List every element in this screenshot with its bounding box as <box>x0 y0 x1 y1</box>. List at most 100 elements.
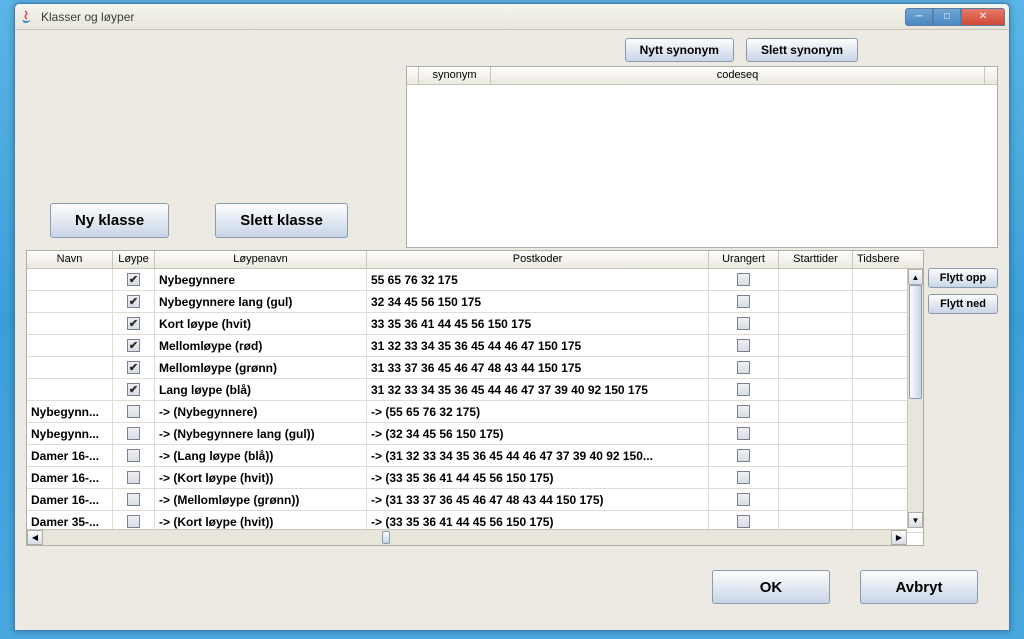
table-row[interactable]: Nybegynn... -> (Nybegynnere)-> (55 65 76 … <box>27 401 923 423</box>
cell-loype[interactable]: ✔ <box>113 291 155 312</box>
cell-postkoder[interactable]: 31 32 33 34 35 36 45 44 46 47 37 39 40 9… <box>367 379 709 400</box>
cell-starttider[interactable] <box>779 489 853 510</box>
cell-starttider[interactable] <box>779 335 853 356</box>
header-loype[interactable]: Løype <box>113 251 155 268</box>
codeseq-col-header[interactable]: codeseq <box>491 67 985 84</box>
cell-tidsbere[interactable] <box>853 291 899 312</box>
cell-navn[interactable] <box>27 335 113 356</box>
horizontal-scrollbar[interactable]: ◀ ▶ <box>27 529 907 545</box>
table-row[interactable]: ✔Nybegynnere lang (gul)32 34 45 56 150 1… <box>27 291 923 313</box>
cell-loype[interactable] <box>113 445 155 466</box>
cell-starttider[interactable] <box>779 379 853 400</box>
cell-navn[interactable] <box>27 313 113 334</box>
cell-loype[interactable] <box>113 423 155 444</box>
cell-navn[interactable]: Damer 16-... <box>27 489 113 510</box>
urangert-checkbox[interactable] <box>737 493 750 506</box>
cell-navn[interactable]: Nybegynn... <box>27 401 113 422</box>
urangert-checkbox[interactable] <box>737 339 750 352</box>
table-row[interactable]: Damer 16-...-> (Kort løype (hvit))-> (33… <box>27 467 923 489</box>
cell-tidsbere[interactable] <box>853 357 899 378</box>
urangert-checkbox[interactable] <box>737 361 750 374</box>
move-down-button[interactable]: Flytt ned <box>928 294 998 314</box>
cell-urangert[interactable] <box>709 291 779 312</box>
cell-loypenavn[interactable]: Mellomløype (grønn) <box>155 357 367 378</box>
urangert-checkbox[interactable] <box>737 515 750 528</box>
cell-navn[interactable]: Damer 16-... <box>27 445 113 466</box>
cell-urangert[interactable] <box>709 357 779 378</box>
cell-urangert[interactable] <box>709 379 779 400</box>
header-urangert[interactable]: Urangert <box>709 251 779 268</box>
move-up-button[interactable]: Flytt opp <box>928 268 998 288</box>
urangert-checkbox[interactable] <box>737 317 750 330</box>
cell-loype[interactable]: ✔ <box>113 269 155 290</box>
loype-checkbox[interactable] <box>127 515 140 528</box>
scroll-right-button[interactable]: ▶ <box>891 530 907 545</box>
cell-tidsbere[interactable] <box>853 335 899 356</box>
urangert-checkbox[interactable] <box>737 295 750 308</box>
cell-starttider[interactable] <box>779 423 853 444</box>
cell-starttider[interactable] <box>779 467 853 488</box>
cell-starttider[interactable] <box>779 313 853 334</box>
cell-loypenavn[interactable]: Nybegynnere lang (gul) <box>155 291 367 312</box>
urangert-checkbox[interactable] <box>737 471 750 484</box>
urangert-checkbox[interactable] <box>737 427 750 440</box>
cell-tidsbere[interactable] <box>853 401 899 422</box>
cell-postkoder[interactable]: -> (31 32 33 34 35 36 45 44 46 47 37 39 … <box>367 445 709 466</box>
delete-class-button[interactable]: Slett klasse <box>215 203 348 238</box>
cell-postkoder[interactable]: 31 33 37 36 45 46 47 48 43 44 150 175 <box>367 357 709 378</box>
cell-loype[interactable]: ✔ <box>113 357 155 378</box>
table-row[interactable]: Nybegynn...-> (Nybegynnere lang (gul))->… <box>27 423 923 445</box>
loype-checkbox[interactable] <box>127 405 140 418</box>
cell-loypenavn[interactable]: Mellomløype (rød) <box>155 335 367 356</box>
cell-loype[interactable]: ✔ <box>113 335 155 356</box>
cell-tidsbere[interactable] <box>853 489 899 510</box>
cell-postkoder[interactable]: -> (32 34 45 56 150 175) <box>367 423 709 444</box>
cell-loype[interactable] <box>113 467 155 488</box>
vertical-scrollbar[interactable]: ▲ ▼ <box>907 269 923 528</box>
header-postkoder[interactable]: Postkoder <box>367 251 709 268</box>
cell-urangert[interactable] <box>709 445 779 466</box>
cell-tidsbere[interactable] <box>853 423 899 444</box>
new-synonym-button[interactable]: Nytt synonym <box>625 38 734 62</box>
cell-navn[interactable] <box>27 269 113 290</box>
cell-tidsbere[interactable] <box>853 445 899 466</box>
cell-navn[interactable] <box>27 357 113 378</box>
header-starttider[interactable]: Starttider <box>779 251 853 268</box>
cell-postkoder[interactable]: -> (55 65 76 32 175) <box>367 401 709 422</box>
cell-navn[interactable] <box>27 291 113 312</box>
loype-checkbox[interactable]: ✔ <box>127 339 140 352</box>
cell-urangert[interactable] <box>709 489 779 510</box>
loype-checkbox[interactable] <box>127 471 140 484</box>
cell-loypenavn[interactable]: -> (Nybegynnere) <box>155 401 367 422</box>
close-button[interactable]: ✕ <box>961 8 1005 26</box>
scroll-left-button[interactable]: ◀ <box>27 530 43 545</box>
main-table[interactable]: Navn Løype Løypenavn Postkoder Urangert … <box>26 250 924 546</box>
hscroll-thumb[interactable] <box>382 531 390 544</box>
cell-urangert[interactable] <box>709 335 779 356</box>
cell-loype[interactable]: ✔ <box>113 313 155 334</box>
cancel-button[interactable]: Avbryt <box>860 570 978 604</box>
hscroll-track[interactable] <box>43 530 891 545</box>
cell-tidsbere[interactable] <box>853 379 899 400</box>
urangert-checkbox[interactable] <box>737 405 750 418</box>
cell-starttider[interactable] <box>779 269 853 290</box>
cell-tidsbere[interactable] <box>853 313 899 334</box>
cell-tidsbere[interactable] <box>853 467 899 488</box>
cell-loypenavn[interactable]: -> (Mellomløype (grønn)) <box>155 489 367 510</box>
cell-navn[interactable] <box>27 379 113 400</box>
synonym-table[interactable]: synonym codeseq <box>406 66 998 248</box>
loype-checkbox[interactable]: ✔ <box>127 361 140 374</box>
scroll-down-button[interactable]: ▼ <box>908 512 923 528</box>
cell-loype[interactable] <box>113 401 155 422</box>
cell-urangert[interactable] <box>709 423 779 444</box>
ok-button[interactable]: OK <box>712 570 830 604</box>
cell-urangert[interactable] <box>709 313 779 334</box>
cell-postkoder[interactable]: -> (31 33 37 36 45 46 47 48 43 44 150 17… <box>367 489 709 510</box>
cell-loypenavn[interactable]: -> (Kort løype (hvit)) <box>155 467 367 488</box>
urangert-checkbox[interactable] <box>737 449 750 462</box>
cell-tidsbere[interactable] <box>853 269 899 290</box>
cell-loypenavn[interactable]: Lang løype (blå) <box>155 379 367 400</box>
delete-synonym-button[interactable]: Slett synonym <box>746 38 858 62</box>
maximize-button[interactable]: □ <box>933 8 961 26</box>
cell-starttider[interactable] <box>779 401 853 422</box>
